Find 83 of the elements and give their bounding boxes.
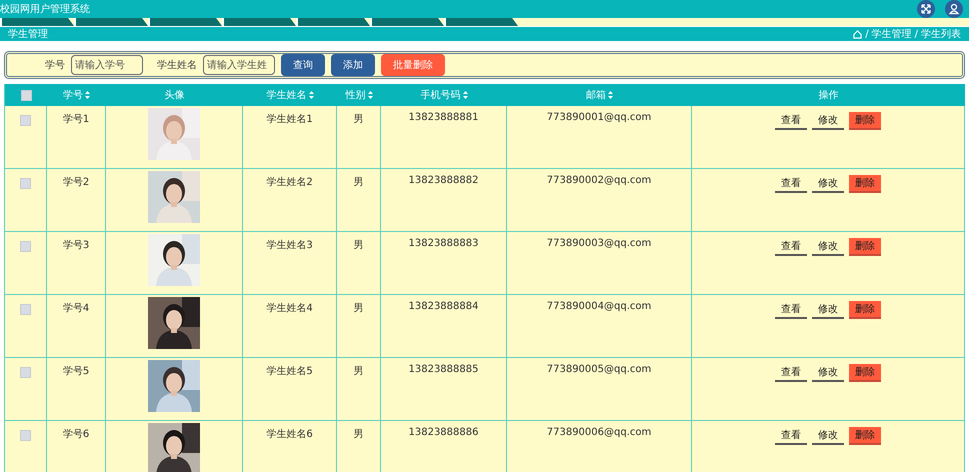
action-button[interactable]: 查看: [775, 364, 807, 382]
checkbox[interactable]: [20, 90, 32, 100]
table-cell-text: 男: [354, 428, 364, 441]
tab[interactable]: [296, 18, 370, 26]
sort-icon[interactable]: [85, 91, 90, 99]
home-icon[interactable]: [853, 30, 862, 38]
delete-button[interactable]: 删除: [849, 364, 881, 382]
table-cell: 13823888884: [408, 301, 478, 312]
action-button[interactable]: 查询: [281, 54, 325, 76]
table-cell: 773890001@qq.com: [546, 112, 652, 123]
input-field[interactable]: 请输入学号: [71, 55, 143, 75]
tab[interactable]: [222, 18, 296, 26]
table-cell-text: 学号5: [62, 365, 90, 378]
sort-icon[interactable]: [608, 91, 613, 99]
action-button[interactable]: 修改: [812, 112, 844, 130]
table-cell: 773890005@qq.com: [546, 364, 652, 375]
checkbox[interactable]: [20, 115, 31, 126]
action-button[interactable]: 查看: [775, 238, 807, 256]
breadcrumb-separator: /: [865, 28, 869, 40]
column-header: 头像: [164, 88, 184, 102]
table-cell: 13823888886: [408, 427, 478, 438]
table-cell-text: 学生姓名1: [266, 112, 313, 126]
table-cell-text: 男: [354, 113, 364, 126]
tab[interactable]: [444, 18, 518, 26]
column-header: 操作: [818, 89, 838, 102]
field-label: 学号: [45, 59, 65, 72]
delete-button[interactable]: 删除: [849, 427, 881, 445]
table-cell-text: 男: [354, 365, 364, 378]
checkbox[interactable]: [20, 430, 31, 441]
table-cell-text: 学生姓名4: [266, 302, 313, 315]
table-cell: 13823888882: [408, 175, 478, 186]
table-cell: 773890003@qq.com: [546, 238, 652, 249]
checkbox[interactable]: [20, 241, 31, 252]
table-cell-text: 学生姓名5: [266, 364, 313, 378]
input-field[interactable]: 请输入学生姓: [203, 55, 275, 75]
table-cell-text: 学号4: [62, 302, 90, 315]
checkbox[interactable]: [20, 367, 31, 378]
table-cell-text: 学生姓名3: [266, 238, 313, 252]
table-cell: 773890002@qq.com: [546, 175, 652, 186]
delete-button[interactable]: 删除: [849, 301, 881, 319]
table-cell-text: 学号3: [62, 239, 90, 252]
app-title: 校园网用户管理系统: [0, 2, 90, 16]
sort-icon[interactable]: [368, 91, 372, 99]
sort-icon[interactable]: [462, 91, 468, 99]
action-button[interactable]: 添加: [331, 54, 375, 76]
table-cell-text: 学生姓名6: [266, 428, 313, 441]
table-cell: 13823888881: [408, 112, 478, 123]
action-button[interactable]: 查看: [775, 175, 807, 193]
table-cell-text: 男: [354, 302, 364, 315]
table-cell-text: 男: [354, 176, 364, 189]
breadcrumb-separator: /: [914, 28, 918, 40]
delete-button[interactable]: 删除: [849, 112, 881, 130]
checkbox[interactable]: [20, 178, 31, 189]
tab[interactable]: [370, 18, 444, 26]
fullscreen-icon[interactable]: [917, 0, 935, 18]
table-cell-text: 学号6: [62, 428, 90, 441]
action-button[interactable]: 修改: [812, 238, 844, 256]
action-button[interactable]: 修改: [812, 364, 844, 382]
action-button[interactable]: 查看: [775, 112, 807, 130]
delete-button[interactable]: 删除: [849, 238, 881, 256]
table-cell-text: 学号1: [62, 113, 90, 126]
checkbox[interactable]: [20, 304, 31, 315]
table-cell-text: 学生姓名2: [266, 176, 313, 189]
table-cell-text: 学号2: [62, 176, 90, 189]
tab[interactable]: [148, 18, 222, 26]
table-cell: 773890006@qq.com: [546, 427, 652, 438]
sort-icon[interactable]: [308, 91, 314, 99]
tab[interactable]: [0, 18, 74, 26]
field-label: 学生姓名: [157, 58, 197, 72]
tab[interactable]: [74, 18, 148, 26]
user-icon[interactable]: [945, 0, 963, 18]
table-cell: 13823888885: [408, 364, 478, 375]
action-button[interactable]: 修改: [812, 427, 844, 445]
action-button[interactable]: 修改: [812, 301, 844, 319]
table-cell: 773890004@qq.com: [546, 301, 652, 312]
action-button[interactable]: 修改: [812, 175, 844, 193]
action-button[interactable]: 查看: [775, 427, 807, 445]
page-title: 学生管理: [8, 28, 48, 41]
delete-button[interactable]: 删除: [849, 175, 881, 193]
breadcrumb-item: 学生列表: [921, 28, 961, 41]
action-button[interactable]: 查看: [775, 301, 807, 319]
table-cell: 13823888883: [408, 238, 478, 249]
table-cell-text: 男: [354, 239, 364, 252]
